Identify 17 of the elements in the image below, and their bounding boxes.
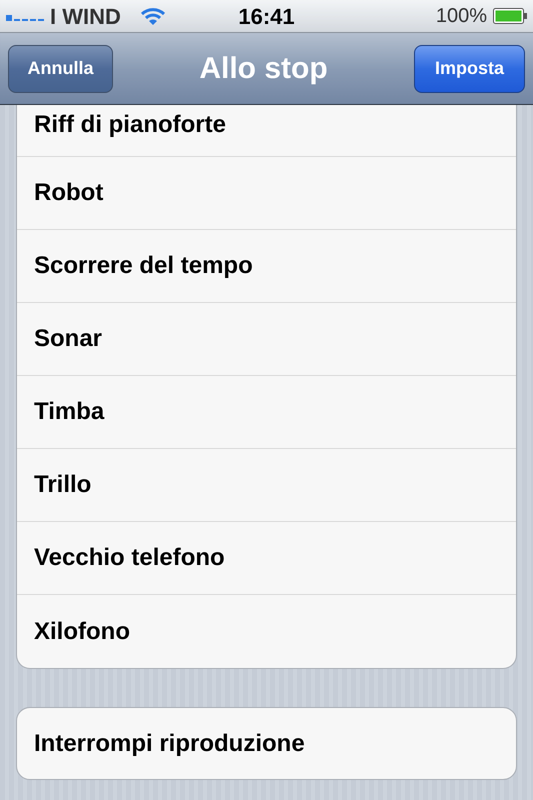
sound-item[interactable]: Timba <box>17 376 516 449</box>
sound-item[interactable]: Sonar <box>17 303 516 376</box>
set-button[interactable]: Imposta <box>414 44 525 92</box>
battery-percentage: 100% <box>436 4 487 29</box>
screen-title: Allo stop <box>199 51 328 87</box>
cancel-button[interactable]: Annulla <box>8 44 113 92</box>
sound-item[interactable]: Robot <box>17 157 516 230</box>
sound-item[interactable]: Scorrere del tempo <box>17 230 516 303</box>
sound-item[interactable]: Trillo <box>17 449 516 522</box>
wifi-icon <box>138 6 167 26</box>
battery-icon <box>493 8 527 24</box>
stop-playback-item[interactable]: Interrompi riproduzione <box>16 707 517 780</box>
sound-item[interactable]: Vecchio telefono <box>17 522 516 595</box>
sound-item[interactable]: Riff di pianoforte <box>17 105 516 157</box>
sound-item[interactable]: Xilofono <box>17 595 516 668</box>
clock-time: 16:41 <box>238 2 295 30</box>
carrier-name: I WIND <box>50 2 121 30</box>
